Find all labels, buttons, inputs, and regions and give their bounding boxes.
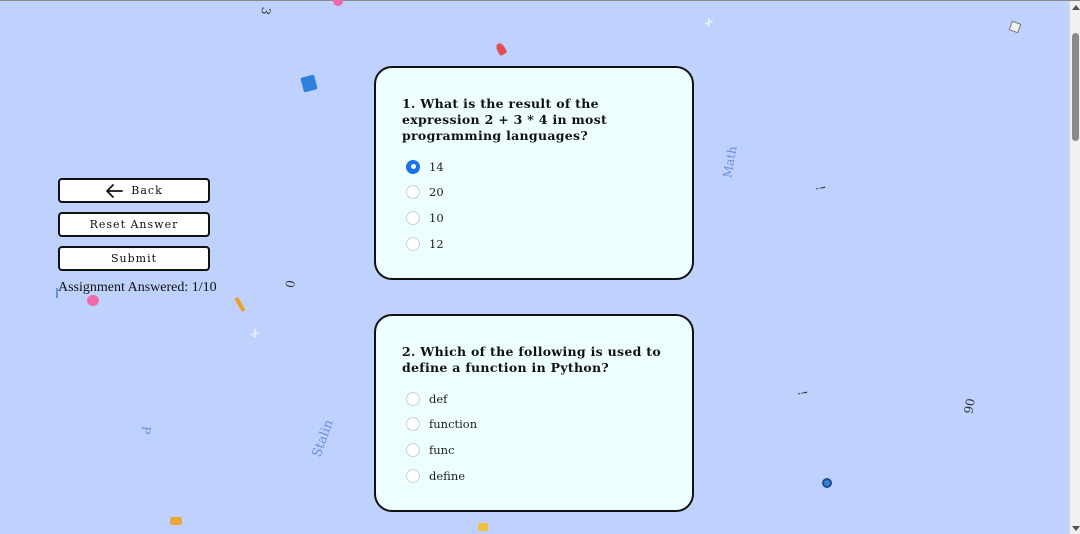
reset-answer-label: Reset Answer	[89, 218, 179, 231]
radio-button[interactable]	[406, 417, 420, 432]
scroll-up-arrow-icon[interactable]	[1072, 5, 1080, 10]
option-label: function	[429, 417, 478, 432]
scroll-thumb[interactable]	[1072, 33, 1079, 141]
question-text: 1. What is the result of the expression …	[402, 96, 608, 143]
back-button-label: Back	[131, 184, 163, 197]
question-card-2: 2. Which of the following is used to def…	[374, 314, 694, 512]
radio-button[interactable]	[406, 185, 420, 200]
option-row[interactable]: 12	[402, 231, 666, 257]
option-row[interactable]: define	[402, 463, 666, 489]
bg-glyph-90: 90	[961, 397, 978, 415]
radio-button[interactable]	[406, 468, 420, 483]
option-label: func	[429, 442, 455, 457]
bg-glyph-math: Math	[720, 145, 740, 179]
calculator-icon	[300, 74, 318, 93]
option-row[interactable]: def	[402, 386, 666, 412]
bg-glyph-exclaim-2: !	[795, 389, 810, 397]
option-row[interactable]: 20	[402, 180, 666, 206]
bg-glyph-p: P	[138, 424, 154, 436]
bg-glyph-x-2: x	[248, 325, 263, 341]
question-text: 2. Which of the following is used to def…	[402, 344, 662, 375]
reset-answer-button[interactable]: Reset Answer	[58, 212, 210, 237]
brain-icon-top	[333, 0, 343, 6]
radio-button[interactable]	[406, 236, 420, 251]
option-row[interactable]: func	[402, 437, 666, 463]
submit-label: Submit	[110, 252, 158, 265]
star-icon	[478, 523, 488, 531]
option-label: def	[429, 391, 448, 406]
radio-button[interactable]	[406, 391, 420, 406]
option-label: define	[429, 468, 466, 483]
back-button[interactable]: Back	[58, 178, 210, 203]
bg-glyph-stalin: Stalin	[309, 417, 337, 460]
bg-glyph-x-1: x	[702, 14, 717, 30]
bg-glyph-exclaim-1: !	[813, 184, 828, 192]
pushpin-icon	[494, 41, 508, 57]
side-panel: Back Reset Answer Submit Assignment Answ…	[58, 178, 217, 296]
scroll-down-arrow-icon[interactable]	[1072, 526, 1080, 531]
radio-button-selected[interactable]	[406, 159, 420, 174]
trophy-icon	[170, 517, 182, 525]
arrow-left-icon	[106, 183, 124, 198]
bg-glyph-3: 3	[258, 6, 274, 16]
assignment-answered-counter: Assignment Answered: 1/10	[58, 280, 217, 295]
option-label: 20	[429, 185, 444, 200]
dice-icon	[1008, 20, 1022, 34]
radio-button[interactable]	[406, 442, 420, 457]
vertical-scrollbar[interactable]	[1069, 1, 1080, 534]
radio-button[interactable]	[406, 210, 420, 225]
option-row[interactable]: 10	[402, 205, 666, 231]
brain-icon	[87, 295, 99, 306]
question-card-1: 1. What is the result of the expression …	[374, 66, 694, 280]
option-row[interactable]: 14	[402, 154, 666, 180]
magnifier-icon	[822, 478, 832, 488]
option-label: 14	[429, 159, 444, 174]
option-row[interactable]: function	[402, 412, 666, 438]
option-label: 12	[429, 236, 444, 251]
bg-glyph-0: 0	[282, 279, 298, 289]
option-label: 10	[429, 210, 444, 225]
submit-button[interactable]: Submit	[58, 246, 210, 271]
pencil-icon	[234, 297, 246, 312]
